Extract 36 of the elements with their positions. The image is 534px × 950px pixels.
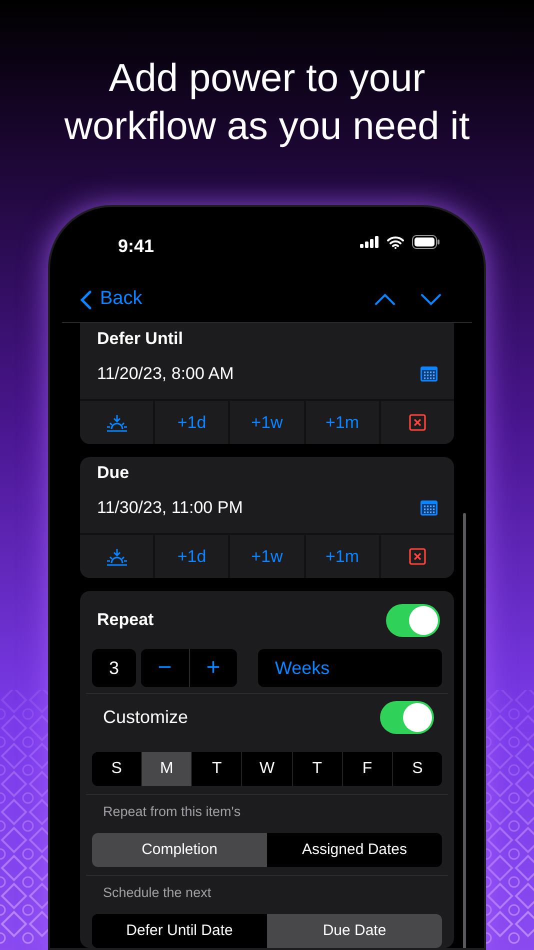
repeat-label: Repeat [97, 609, 154, 632]
back-button[interactable]: Back [80, 285, 142, 314]
increment-button[interactable]: + [188, 649, 237, 687]
segment-option[interactable]: Due Date [267, 914, 442, 948]
battery-icon [412, 235, 440, 249]
clear-icon [408, 414, 426, 431]
date-value[interactable]: 11/20/23, 8:00 AM [97, 361, 234, 387]
customize-label: Customize [103, 706, 188, 728]
section-label: Schedule the next [102, 884, 212, 902]
signal-icon [360, 236, 379, 248]
unit-picker[interactable]: Weeks [258, 649, 442, 687]
status-time: 9:41 [118, 235, 154, 257]
scroll-bar[interactable] [463, 513, 466, 948]
date-value[interactable]: 11/30/23, 11:00 PM [97, 495, 243, 521]
clear-icon [408, 548, 426, 565]
section-title: Due [96, 462, 130, 483]
chevron-up-icon [374, 292, 396, 306]
sunrise-icon [106, 548, 128, 566]
segment-option[interactable]: Completion [92, 833, 267, 867]
toggle-switch[interactable] [380, 700, 434, 734]
headline: workflow as you need it [64, 104, 470, 150]
calendar-icon[interactable] [420, 500, 438, 516]
sunrise-icon [106, 414, 128, 432]
headline: Add power to your [108, 56, 426, 102]
toggle-switch[interactable] [386, 604, 440, 636]
weekday-button[interactable]: S [392, 752, 442, 786]
wifi-icon [387, 236, 404, 248]
count-field[interactable]: 3 [92, 649, 136, 687]
section-title: Defer Until [96, 328, 184, 349]
weekday-button[interactable]: M [141, 752, 192, 786]
clear-button[interactable] [378, 401, 454, 444]
chevron-left-icon [80, 290, 92, 310]
calendar-icon[interactable] [420, 366, 438, 382]
clear-button[interactable] [378, 535, 454, 578]
section-label: Repeat from this item's [102, 803, 242, 821]
chevron-down-icon [420, 292, 442, 306]
